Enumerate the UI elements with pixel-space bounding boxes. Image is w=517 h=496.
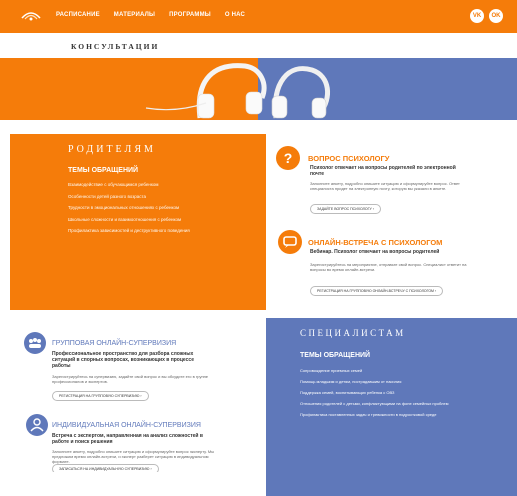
section-spacer xyxy=(0,310,517,318)
chevron-right-icon: › xyxy=(140,394,142,398)
psych-question-title: ВОПРОС ПСИХОЛОГУ xyxy=(308,154,390,163)
nav-item-materials[interactable]: МАТЕРИАЛЫ xyxy=(114,12,155,18)
parents-section: РОДИТЕЛЯМ ТЕМЫ ОБРАЩЕНИЙ Взаимодействие … xyxy=(10,134,266,310)
parents-topic-item[interactable]: Школьные сложности и взаимоотношения с р… xyxy=(68,217,248,223)
parents-title: РОДИТЕЛЯМ xyxy=(68,144,156,155)
parents-topic-item[interactable]: Профилактика зависимостей и деструктивно… xyxy=(68,228,248,234)
parents-topic-item[interactable]: Взаимодействие с обучающимся ребенком xyxy=(68,182,248,188)
register-group-supervision-button[interactable]: РЕГИСТРАЦИЯ НА ГРУППОВУЮ СУПЕРВИЗИЮ › xyxy=(52,391,149,401)
ok-icon[interactable]: OK xyxy=(489,9,503,23)
ask-psychologist-button[interactable]: ЗАДАЙТЕ ВОПРОС ПСИХОЛОГУ › xyxy=(310,204,381,214)
vk-icon[interactable]: VK xyxy=(470,9,484,23)
parents-topic-item[interactable]: Особенности детей разного возраста xyxy=(68,194,248,200)
specialists-topics-list: Сопровождение приемных семей Помощь млад… xyxy=(300,368,490,423)
group-icon xyxy=(24,332,46,354)
specialists-title: СПЕЦИАЛИСТАМ xyxy=(300,328,406,338)
consultations-page: РАСПИСАНИЕ МАТЕРИАЛЫ ПРОГРАММЫ О НАС VK … xyxy=(0,0,517,496)
specialists-topic-item[interactable]: Поддержка семей, воспитывающих ребенка с… xyxy=(300,390,490,395)
online-meeting-subtitle: Вебинар. Психолог отвечает на вопросы ро… xyxy=(310,249,440,255)
specialists-topic-item[interactable]: Профилактика поставленных задач и тревож… xyxy=(300,412,490,417)
page-title: КОНСУЛЬТАЦИИ xyxy=(71,42,160,51)
psych-question-text: Заполните анкету, подробно опишите ситуа… xyxy=(310,181,460,191)
nav-item-schedule[interactable]: РАСПИСАНИЕ xyxy=(56,12,100,18)
specialists-subtitle: ТЕМЫ ОБРАЩЕНИЙ xyxy=(300,352,371,359)
section-spacer xyxy=(0,120,517,134)
chevron-right-icon: › xyxy=(150,467,152,471)
page-bottom-spacer xyxy=(0,472,266,496)
headphones-icon xyxy=(145,63,330,119)
main-nav: РАСПИСАНИЕ МАТЕРИАЛЫ ПРОГРАММЫ О НАС xyxy=(56,12,245,18)
register-group-supervision-button-label: РЕГИСТРАЦИЯ НА ГРУППОВУЮ СУПЕРВИЗИЮ xyxy=(59,394,140,398)
specialists-topic-item[interactable]: Помощь младшим и детям, пострадавшим от … xyxy=(300,379,490,384)
chevron-right-icon: › xyxy=(372,207,374,211)
ask-psychologist-button-label: ЗАДАЙТЕ ВОПРОС ПСИХОЛОГУ xyxy=(317,207,372,211)
parents-topics-list: Взаимодействие с обучающимся ребенком Ос… xyxy=(68,182,248,240)
supervision-panel: ГРУППОВАЯ ОНЛАЙН-СУПЕРВИЗИЯ Профессионал… xyxy=(10,318,266,474)
group-supervision-title: ГРУППОВАЯ ОНЛАЙН-СУПЕРВИЗИЯ xyxy=(52,340,177,347)
parents-topic-item[interactable]: Трудности в эмоциональных отношениях с р… xyxy=(68,205,248,211)
question-mark-icon: ? xyxy=(276,146,300,170)
register-meeting-button-label: РЕГИСТРАЦИЯ НА ГРУППОВУЮ ОНЛАЙН-ВСТРЕЧУ … xyxy=(317,289,434,293)
individual-supervision-text: Заполните анкету, подробно опишите ситуа… xyxy=(52,449,215,464)
individual-supervision-subtitle: Встреча с экспертом, направленная на ана… xyxy=(52,433,203,445)
nav-item-programs[interactable]: ПРОГРАММЫ xyxy=(169,12,211,18)
register-meeting-button[interactable]: РЕГИСТРАЦИЯ НА ГРУППОВУЮ ОНЛАЙН-ВСТРЕЧУ … xyxy=(310,286,444,296)
psych-question-subtitle: Психолог отвечает на вопросы родителей п… xyxy=(310,165,456,177)
specialists-topic-item[interactable]: Сопровождение приемных семей xyxy=(300,368,490,373)
specialists-topic-item[interactable]: Отношения родителей с детьми, конфликтую… xyxy=(300,401,490,406)
online-meeting-text: Зарегистрируйтесь на мероприятие, отправ… xyxy=(310,262,467,272)
chevron-right-icon: › xyxy=(434,289,437,293)
group-supervision-subtitle: Профессиональное пространство для разбор… xyxy=(52,351,194,369)
specialists-section: СПЕЦИАЛИСТАМ ТЕМЫ ОБРАЩЕНИЙ Сопровождени… xyxy=(266,318,517,496)
person-icon xyxy=(26,414,48,436)
online-meeting-title: ОНЛАЙН-ВСТРЕЧА С ПСИХОЛОГОМ xyxy=(308,238,443,247)
parents-subtitle: ТЕМЫ ОБРАЩЕНИЙ xyxy=(68,167,139,174)
individual-supervision-title: ИНДИВИДУАЛЬНАЯ ОНЛАЙН-СУПЕРВИЗИЯ xyxy=(52,422,201,429)
nav-item-about[interactable]: О НАС xyxy=(225,12,245,18)
chat-bubble-icon xyxy=(278,230,302,254)
hero-banner xyxy=(0,58,517,120)
top-navigation-bar: РАСПИСАНИЕ МАТЕРИАЛЫ ПРОГРАММЫ О НАС VK … xyxy=(0,0,517,33)
parent-services-panel: ? ВОПРОС ПСИХОЛОГУ Психолог отвечает на … xyxy=(266,134,517,310)
group-supervision-text: Зарегистрируйтесь на супервизию, задайте… xyxy=(52,374,209,384)
signup-individual-supervision-button-label: ЗАПИСАТЬСЯ НА ИНДИВИДУАЛЬНУЮ СУПЕРВИЗИЮ xyxy=(59,467,150,471)
social-links: VK OK xyxy=(470,9,503,23)
site-logo-icon[interactable] xyxy=(20,8,42,22)
